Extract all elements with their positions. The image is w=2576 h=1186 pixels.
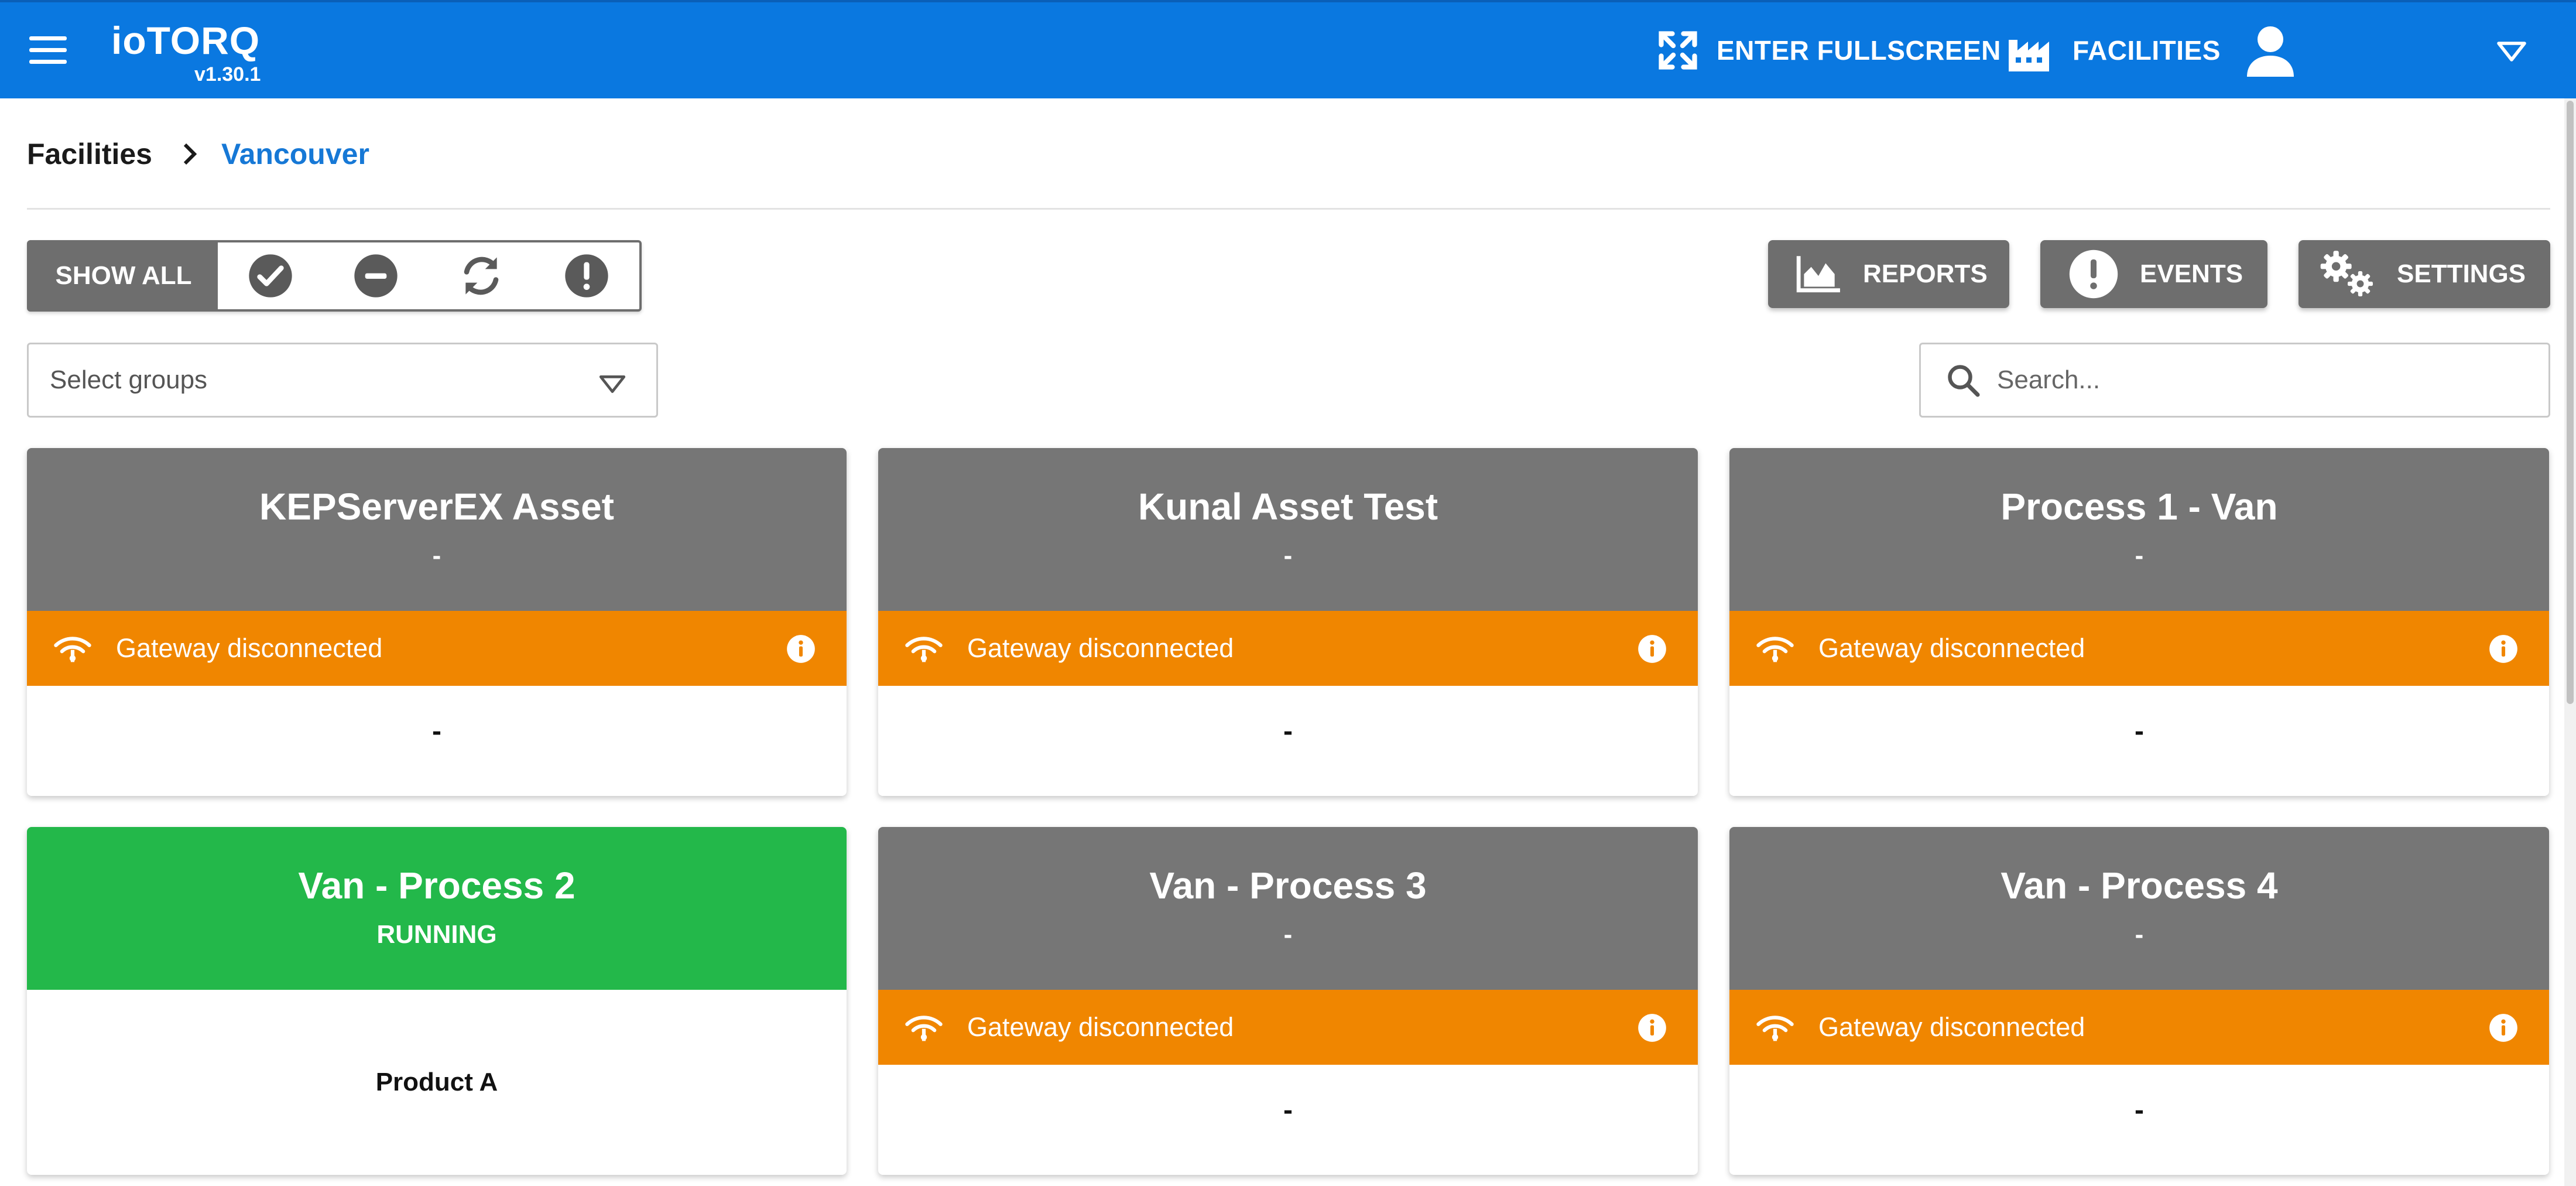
reports-button[interactable]: REPORTS	[1768, 240, 2009, 308]
card-value: -	[432, 716, 441, 747]
gateway-alert-bar: Gateway disconnected	[878, 611, 1698, 686]
card-header: Van - Process 3 -	[878, 827, 1698, 990]
breadcrumb-facilities-link[interactable]: Facilities	[27, 137, 152, 171]
select-groups-dropdown[interactable]: Select groups	[27, 343, 658, 418]
info-icon[interactable]	[1637, 1013, 1667, 1043]
info-icon[interactable]	[786, 634, 816, 664]
card-title: KEPServerEX Asset	[259, 486, 614, 528]
asset-card[interactable]: Van - Process 4 - Gateway disconnected -	[1729, 827, 2549, 1175]
chevron-down-icon	[599, 375, 626, 393]
filter-changeover-button[interactable]	[429, 242, 534, 309]
divider	[27, 208, 2550, 210]
gateway-alert-bar: Gateway disconnected	[27, 611, 847, 686]
fullscreen-icon	[1659, 31, 1697, 70]
card-value: -	[1283, 716, 1293, 747]
wifi-off-icon	[54, 637, 91, 662]
info-icon[interactable]	[1637, 634, 1667, 664]
settings-label: SETTINGS	[2397, 259, 2526, 288]
page-scrollbar-thumb[interactable]	[2567, 101, 2574, 704]
card-title: Van - Process 4	[2000, 864, 2278, 907]
area-chart-icon	[1796, 256, 1840, 293]
exclamation-circle-icon	[2069, 249, 2118, 299]
card-status: -	[1283, 541, 1293, 570]
events-button[interactable]: EVENTS	[2040, 240, 2267, 308]
card-status: -	[432, 541, 441, 570]
card-status: -	[1283, 920, 1293, 949]
user-account-button[interactable]	[2247, 25, 2294, 77]
account-dropdown-toggle[interactable]	[2495, 40, 2530, 66]
info-icon[interactable]	[2488, 634, 2519, 664]
gateway-alert-bar: Gateway disconnected	[1729, 611, 2549, 686]
gateway-alert-bar: Gateway disconnected	[878, 990, 1698, 1065]
card-header: Process 1 - Van -	[1729, 448, 2549, 611]
reports-label: REPORTS	[1863, 259, 1988, 288]
search-input[interactable]	[1997, 365, 2512, 395]
select-groups-placeholder: Select groups	[50, 365, 208, 394]
breadcrumb: Facilities Vancouver	[27, 134, 369, 175]
user-icon	[2247, 26, 2294, 77]
wifi-off-icon	[1756, 1016, 1794, 1041]
factory-icon	[2009, 40, 2049, 71]
alert-text: Gateway disconnected	[967, 633, 1234, 663]
asset-card[interactable]: KEPServerEX Asset - Gateway disconnected…	[27, 448, 847, 796]
card-header: Kunal Asset Test -	[878, 448, 1698, 611]
card-header: Van - Process 4 -	[1729, 827, 2549, 990]
app-logo[interactable]: ioTORQ	[111, 21, 260, 60]
chevron-down-icon	[2497, 42, 2526, 61]
check-circle-icon	[249, 254, 292, 298]
search-field[interactable]	[1919, 343, 2550, 418]
card-header: KEPServerEX Asset -	[27, 448, 847, 611]
card-product: Product A	[375, 1068, 498, 1096]
breadcrumb-current[interactable]: Vancouver	[221, 137, 369, 171]
asset-card[interactable]: Van - Process 3 - Gateway disconnected -	[878, 827, 1698, 1175]
enter-fullscreen-button[interactable]: ENTER FULLSCREEN	[1656, 26, 2001, 75]
asset-card[interactable]: Process 1 - Van - Gateway disconnected -	[1729, 448, 2549, 796]
card-status: RUNNING	[376, 920, 497, 949]
facilities-button[interactable]: FACILITIES	[2007, 26, 2221, 75]
facilities-label: FACILITIES	[2073, 35, 2221, 66]
card-title: Kunal Asset Test	[1138, 486, 1438, 528]
app-bar: ioTORQ v1.30.1 ENTER FULLSCREEN FACILITI…	[0, 0, 2576, 98]
asset-card[interactable]: Van - Process 2 RUNNING Product A	[27, 827, 847, 1175]
status-filter-group: SHOW ALL	[27, 240, 642, 312]
filter-alert-button[interactable]	[534, 242, 639, 309]
menu-icon[interactable]	[29, 36, 67, 66]
card-value: -	[2135, 1095, 2144, 1126]
exclamation-circle-icon	[565, 254, 608, 298]
minus-circle-icon	[354, 254, 398, 298]
enter-fullscreen-label: ENTER FULLSCREEN	[1717, 35, 2001, 66]
wifi-off-icon	[1756, 637, 1794, 662]
refresh-icon	[464, 257, 499, 295]
asset-card[interactable]: Kunal Asset Test - Gateway disconnected …	[878, 448, 1698, 796]
settings-button[interactable]: SETTINGS	[2298, 240, 2550, 308]
alert-text: Gateway disconnected	[116, 633, 383, 663]
gateway-alert-bar: Gateway disconnected	[1729, 990, 2549, 1065]
alert-text: Gateway disconnected	[1818, 633, 2085, 663]
filter-running-button[interactable]	[218, 242, 323, 309]
card-title: Process 1 - Van	[2000, 486, 2278, 528]
filter-stopped-button[interactable]	[323, 242, 429, 309]
alert-text: Gateway disconnected	[1818, 1012, 2085, 1042]
alert-text: Gateway disconnected	[967, 1012, 1234, 1042]
chevron-right-icon	[181, 142, 198, 166]
search-icon	[1948, 365, 1980, 397]
card-status: -	[2135, 920, 2144, 949]
card-value: -	[1283, 1095, 1293, 1126]
card-header: Van - Process 2 RUNNING	[27, 827, 847, 990]
gears-icon	[2320, 251, 2373, 297]
card-value: -	[2135, 716, 2144, 747]
show-all-button[interactable]: SHOW ALL	[29, 242, 218, 309]
card-title: Van - Process 2	[298, 864, 576, 907]
card-status: -	[2135, 541, 2144, 570]
events-label: EVENTS	[2140, 259, 2243, 288]
wifi-off-icon	[905, 637, 943, 662]
app-version: v1.30.1	[194, 63, 261, 86]
info-icon[interactable]	[2488, 1013, 2519, 1043]
wifi-off-icon	[905, 1016, 943, 1041]
card-title: Van - Process 3	[1149, 864, 1427, 907]
